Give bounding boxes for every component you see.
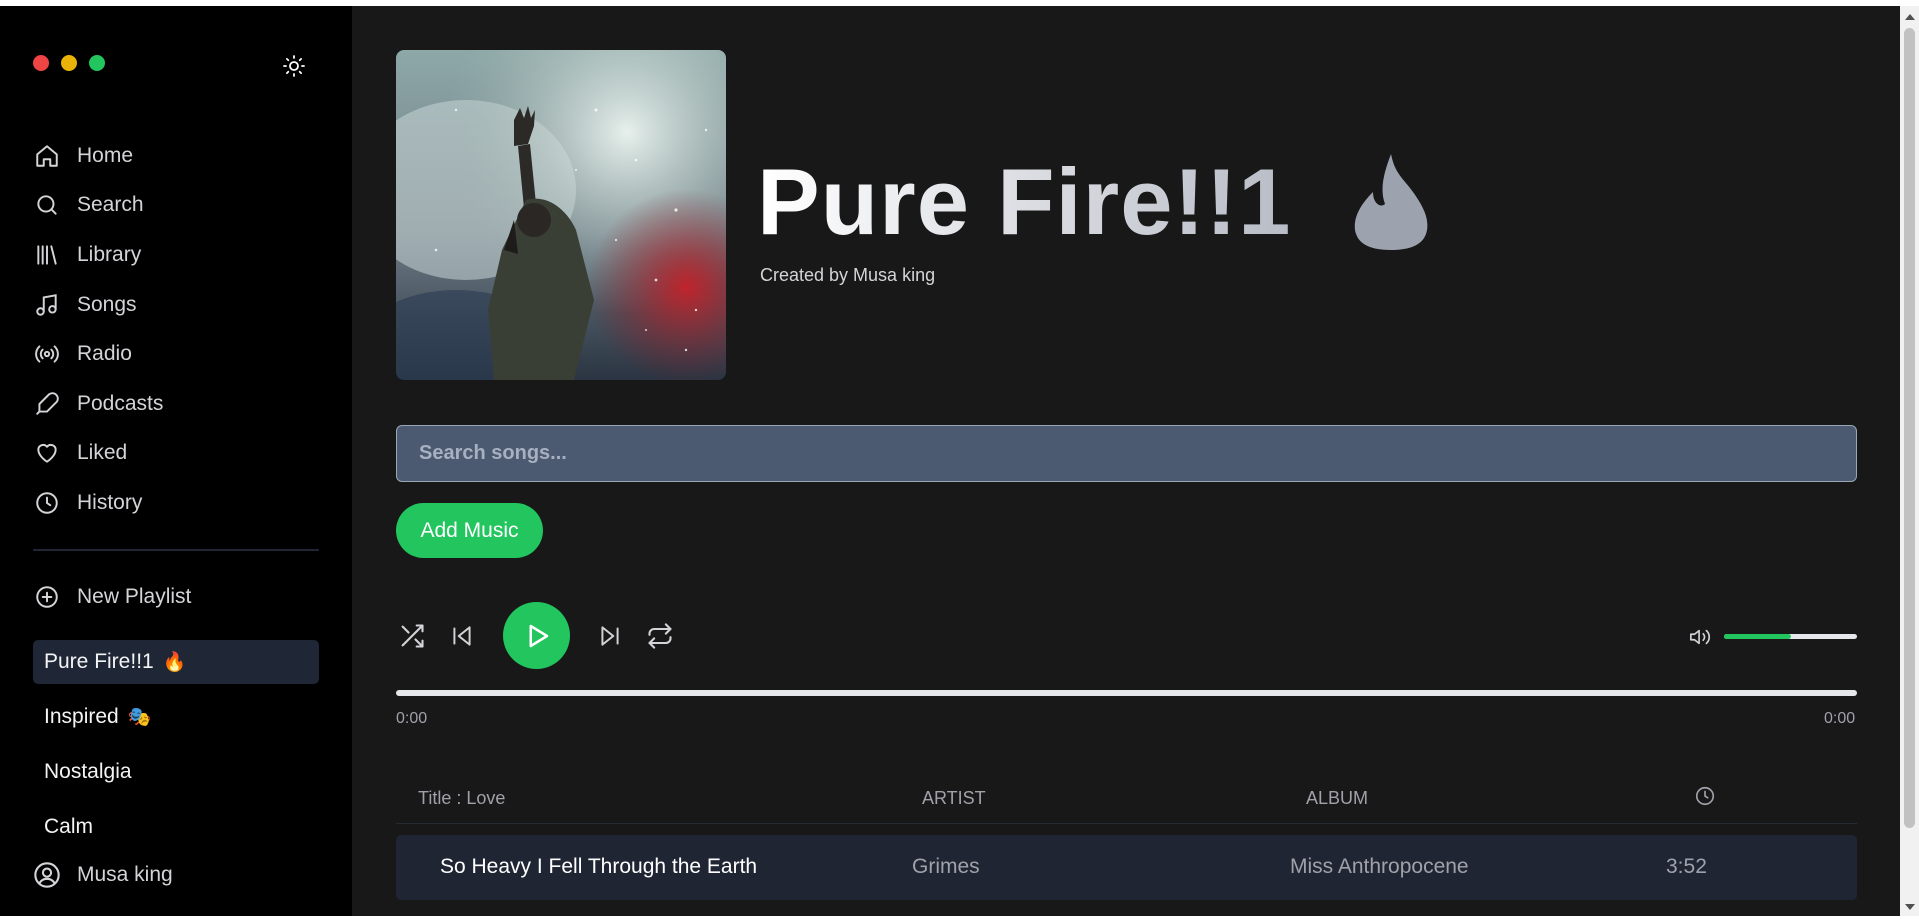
fire-emoji-icon: 🔥 (162, 652, 187, 673)
plus-circle-icon (33, 583, 61, 611)
playlist-title-row: Pure Fire!!1 (757, 148, 1431, 256)
nav-item-library[interactable]: Library (33, 230, 319, 280)
nav-item-home[interactable]: Home (33, 131, 319, 181)
shuffle-button[interactable] (396, 620, 428, 652)
total-time: 0:00 (1824, 710, 1856, 727)
nav-label: History (77, 490, 143, 514)
nav-label: Liked (77, 441, 128, 465)
volume-slider-fill (1724, 634, 1791, 639)
song-search-input[interactable] (419, 426, 1856, 481)
heart-icon (33, 439, 61, 467)
table-row[interactable]: So Heavy I Fell Through the Earth Grimes… (396, 835, 1857, 900)
nav-label: Home (77, 143, 134, 167)
microphone-icon (33, 390, 61, 418)
song-album: Miss Anthropocene (1290, 855, 1469, 878)
page-scrollbar[interactable] (1900, 6, 1919, 916)
column-header-artist[interactable]: ARTIST (922, 788, 986, 809)
song-search-box (396, 425, 1857, 482)
repeat-button[interactable] (644, 620, 676, 652)
playlist-list: Pure Fire!!1 🔥 Inspired 🎭 Nostalgia Calm (33, 640, 319, 860)
play-button[interactable] (503, 602, 570, 669)
player-controls (396, 602, 676, 669)
column-header-duration[interactable] (1694, 785, 1716, 812)
nav-label: Library (77, 242, 142, 266)
skip-forward-icon (601, 625, 619, 646)
sun-icon (283, 55, 305, 77)
playlist-label: Inspired (44, 705, 119, 728)
volume-button[interactable] (1687, 624, 1713, 650)
scroll-up-arrow-icon[interactable] (1905, 14, 1915, 20)
playlist-item-pure-fire[interactable]: Pure Fire!!1 🔥 (33, 640, 319, 684)
nav-item-radio[interactable]: Radio (33, 329, 319, 379)
scroll-down-arrow-icon[interactable] (1905, 904, 1915, 910)
volume-slider[interactable] (1724, 634, 1857, 639)
flame-icon (1355, 154, 1428, 250)
nav-item-podcasts[interactable]: Podcasts (33, 379, 319, 429)
main-content: Pure Fire!!1 Created by Musa king Add Mu… (352, 6, 1900, 916)
library-icon (33, 241, 61, 269)
nav-item-liked[interactable]: Liked (33, 429, 319, 479)
playlist-item-nostalgia[interactable]: Nostalgia (33, 750, 319, 794)
theme-toggle-button[interactable] (279, 51, 309, 81)
close-dot[interactable] (33, 55, 49, 71)
nav-label: Search (77, 193, 144, 217)
playlist-item-calm[interactable]: Calm (33, 805, 319, 849)
volume-icon (1690, 629, 1711, 645)
sidebar-divider (33, 549, 319, 551)
previous-button[interactable] (446, 620, 478, 652)
window-controls (33, 55, 105, 71)
nav-label: Podcasts (77, 391, 164, 415)
theater-masks-emoji-icon: 🎭 (127, 707, 152, 728)
play-icon (529, 624, 548, 647)
next-button[interactable] (594, 620, 626, 652)
column-header-album[interactable]: ALBUM (1306, 788, 1368, 809)
home-icon (33, 142, 61, 170)
playlist-label: Pure Fire!!1 (44, 650, 154, 673)
nav-item-history[interactable]: History (33, 478, 319, 528)
sidebar: Home Search Library Songs Radio Podcasts… (0, 6, 352, 916)
playlist-title: Pure Fire!!1 (757, 149, 1292, 254)
column-header-title[interactable]: Title : Love (418, 788, 505, 809)
playlist-label: Calm (44, 815, 94, 838)
song-duration: 3:52 (1666, 855, 1707, 878)
nav-item-search[interactable]: Search (33, 181, 319, 231)
playlist-cover-image (396, 50, 726, 380)
main-nav: Home Search Library Songs Radio Podcasts… (33, 131, 319, 528)
skip-back-icon (453, 625, 471, 646)
table-header: Title : Love ARTIST ALBUM (396, 776, 1857, 824)
app-window: Home Search Library Songs Radio Podcasts… (0, 6, 1900, 916)
song-title: So Heavy I Fell Through the Earth (440, 855, 758, 878)
clock-icon (33, 489, 61, 517)
nav-label: Radio (77, 342, 132, 366)
playlist-creator: Created by Musa king (760, 265, 936, 285)
repeat-icon (648, 622, 672, 649)
new-playlist-button[interactable]: New Playlist (33, 583, 191, 611)
playlist-label: Nostalgia (44, 760, 132, 783)
nav-label: Songs (77, 292, 137, 316)
clock-icon (1695, 786, 1715, 806)
radio-icon (33, 340, 61, 368)
user-avatar-icon (33, 861, 61, 889)
add-music-button[interactable]: Add Music (396, 503, 543, 558)
current-time: 0:00 (396, 710, 428, 727)
user-name: Musa king (77, 863, 173, 886)
scrollbar-thumb[interactable] (1904, 28, 1915, 828)
user-profile[interactable]: Musa king (33, 861, 173, 889)
maximize-dot[interactable] (89, 55, 105, 71)
minimize-dot[interactable] (61, 55, 77, 71)
shuffle-icon (401, 623, 424, 648)
new-playlist-label: New Playlist (77, 585, 192, 608)
nav-item-songs[interactable]: Songs (33, 280, 319, 330)
song-artist: Grimes (912, 855, 980, 878)
search-icon (33, 191, 61, 219)
progress-bar[interactable] (396, 690, 1857, 696)
playlist-item-inspired[interactable]: Inspired 🎭 (33, 695, 319, 739)
music-note-icon (33, 291, 61, 319)
